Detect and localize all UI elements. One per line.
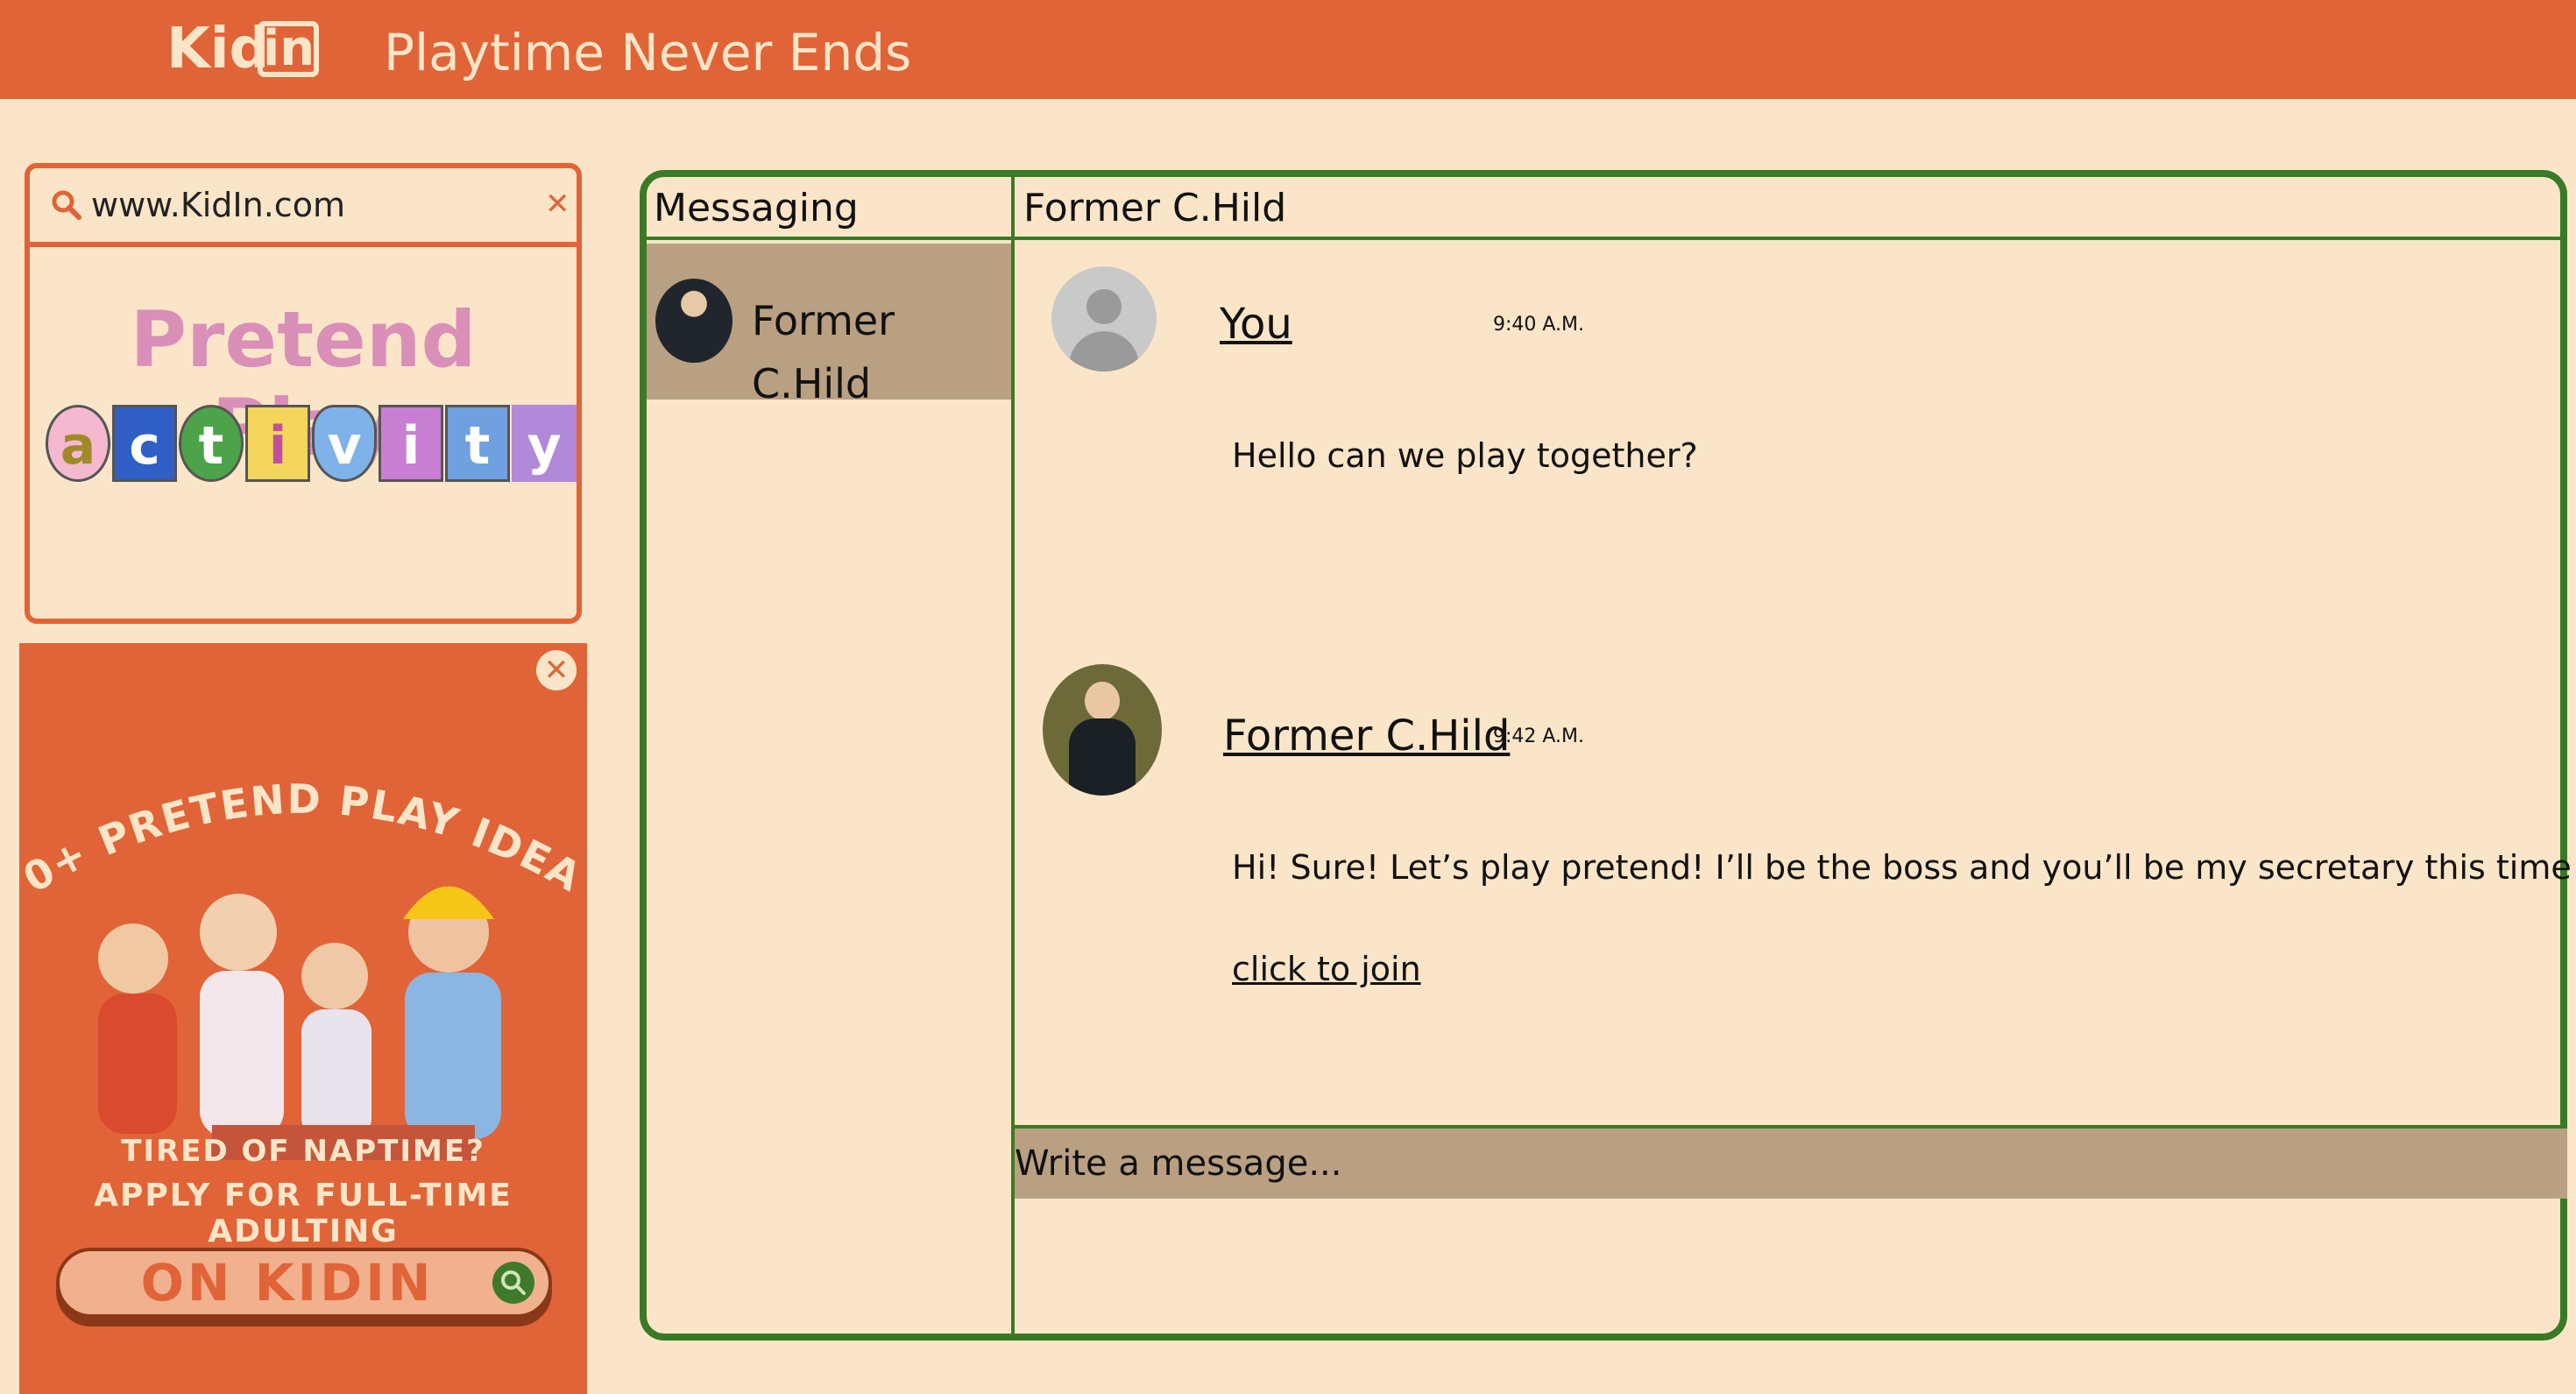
avatar: [1043, 664, 1162, 796]
conversation-item[interactable]: Former C.Hild: [647, 244, 1011, 407]
letter-tile: i: [245, 405, 310, 482]
message-time: 9:40 A.M.: [1493, 314, 1585, 336]
message-sender[interactable]: You: [1220, 296, 1292, 352]
letter-tile: t: [445, 405, 510, 482]
join-link[interactable]: click to join: [1232, 946, 1421, 992]
letter-tile: y: [512, 405, 577, 482]
message-text: Hi! Sure! Let’s play pretend! I’ll be th…: [1232, 848, 2576, 887]
advertisement[interactable]: ✕ 50+ PRETEND PLAY IDEAS TIRED OF NAPTIM…: [19, 643, 587, 1394]
search-widget: ✕ Pretend Play a c t i v i t y: [25, 163, 582, 624]
ad-line-2: APPLY FOR FULL-TIME ADULTING: [94, 1178, 513, 1249]
top-bar: Kid in Playtime Never Ends: [0, 0, 2576, 99]
message-thread: You 9:40 A.M. Hello can we play together…: [1015, 244, 2576, 1120]
conversation-list: Messaging Former C.Hild: [647, 177, 1015, 1334]
logo-text[interactable]: Kid: [166, 16, 269, 82]
message-input[interactable]: [1015, 1134, 2539, 1193]
message-time: 9:42 A.M.: [1493, 725, 1585, 747]
letter-tile: t: [179, 405, 244, 482]
close-icon[interactable]: ✕: [545, 189, 570, 219]
message-text: Hello can we play together?: [1232, 436, 1698, 475]
letter-tile: c: [112, 405, 177, 482]
ad-cta-button[interactable]: ON KIDIN: [56, 1248, 552, 1318]
messaging-panel: Messaging Former C.Hild Former C.Hild Yo…: [640, 170, 2576, 1341]
ad-cta-label: ON KIDIN: [140, 1253, 435, 1313]
avatar: [1051, 266, 1157, 371]
search-bar: ✕: [30, 168, 577, 247]
search-icon: [52, 190, 81, 220]
letter-tile: v: [312, 405, 377, 482]
logo-in-box[interactable]: in: [258, 21, 319, 77]
ad-line-1: TIRED OF NAPTIME?: [121, 1134, 485, 1169]
search-icon: [492, 1262, 534, 1304]
message-sender[interactable]: Former C.Hild: [1223, 708, 1510, 764]
promo-word: a c t i v i t y: [46, 405, 577, 492]
tagline: Playtime Never Ends: [384, 23, 912, 82]
conversation-name: Former C.Hild: [752, 297, 895, 407]
letter-tile: a: [46, 405, 110, 482]
messaging-header: Messaging: [647, 177, 1011, 240]
message-composer: [1015, 1125, 2567, 1199]
avatar: [655, 279, 732, 363]
search-input[interactable]: [91, 180, 512, 230]
letter-tile: i: [379, 405, 443, 482]
chat-header: Former C.Hild: [1015, 177, 2567, 240]
close-circle-icon[interactable]: ✕: [536, 650, 577, 690]
